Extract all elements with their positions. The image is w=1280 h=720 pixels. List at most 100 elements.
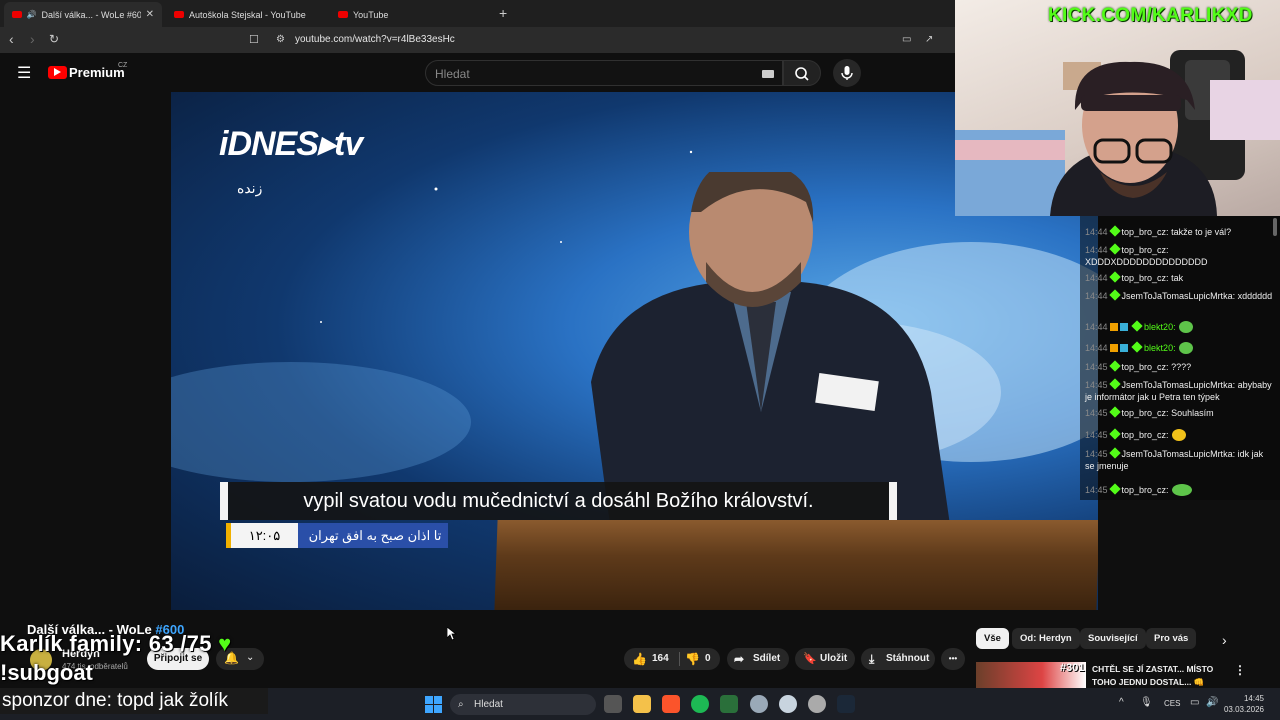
chyron-time: ۱۲:۰۵ bbox=[226, 523, 298, 548]
chat-message: 14:44 top_bro_cz: tak bbox=[1085, 271, 1275, 284]
chat-message: 14:44 top_bro_cz: takže to je vál? bbox=[1085, 225, 1275, 238]
chat-user: JsemToJaTomasLupicMrtka: bbox=[1121, 380, 1236, 390]
chat-text: xdddddd bbox=[1237, 291, 1273, 301]
chat-user: blekt20: bbox=[1144, 343, 1176, 353]
gem-badge-icon bbox=[1108, 447, 1121, 459]
url-field[interactable]: youtube.com/watch?v=r4lBe33esHc bbox=[295, 34, 455, 45]
like-count[interactable]: 164 bbox=[652, 648, 669, 670]
chip-for-you[interactable]: Pro vás bbox=[1146, 628, 1197, 649]
chat-scrollbar[interactable] bbox=[1273, 218, 1277, 236]
menu-icon[interactable]: ☰ bbox=[17, 63, 31, 83]
new-tab-button[interactable]: + bbox=[499, 5, 507, 21]
chat-message: 14:45 top_bro_cz: bbox=[1085, 428, 1275, 441]
task-view-icon[interactable] bbox=[604, 695, 622, 713]
taskbar-search[interactable]: ⌕ Hledat bbox=[450, 694, 596, 715]
tray-chevron-icon[interactable]: ^ bbox=[1119, 697, 1124, 708]
chat-time: 14:45 bbox=[1085, 430, 1108, 440]
microphone-icon bbox=[841, 66, 853, 80]
gem-badge-icon bbox=[1108, 378, 1121, 390]
chyron-text: تا اذان صبح به افق تهران bbox=[308, 528, 442, 543]
subtitle-caption: vypil svatou vodu mučednictví a dosáhl B… bbox=[220, 482, 897, 520]
tab-youtube[interactable]: YouTube bbox=[330, 2, 490, 27]
keyboard-icon[interactable] bbox=[762, 70, 774, 78]
thumbs-up-icon[interactable]: 👍 bbox=[632, 648, 647, 670]
more-actions-button[interactable]: ••• bbox=[941, 648, 965, 670]
chat-message: 14:45 JsemToJaTomasLupicMrtka: idk jak se… bbox=[1085, 447, 1275, 472]
frog-emote-icon bbox=[1171, 484, 1192, 496]
browser-tab-strip: 🔊 Další válka... - WoLe #600 - Yo ✕ Auto… bbox=[0, 0, 955, 27]
tab-current[interactable]: 🔊 Další válka... - WoLe #600 - Yo ✕ bbox=[4, 2, 162, 27]
brave-browser-icon[interactable] bbox=[662, 695, 680, 713]
gem-badge-icon bbox=[1131, 341, 1143, 353]
chip-related[interactable]: Související bbox=[1080, 628, 1146, 649]
reload-icon[interactable]: ↻ bbox=[49, 32, 59, 46]
news-anchor bbox=[591, 172, 951, 532]
chat-text: tak bbox=[1171, 273, 1184, 283]
chat-time: 14:45 bbox=[1085, 362, 1108, 372]
forward-arrow-icon[interactable]: › bbox=[30, 31, 35, 47]
divider bbox=[679, 652, 680, 666]
chip-from-herdyn[interactable]: Od: Herdyn bbox=[1012, 628, 1080, 649]
live-label: زنده bbox=[237, 180, 263, 196]
gem-badge-icon bbox=[1108, 428, 1121, 440]
obs-icon[interactable] bbox=[808, 695, 826, 713]
chat-time: 14:44 bbox=[1085, 227, 1108, 237]
steam-icon[interactable] bbox=[837, 695, 855, 713]
close-icon[interactable]: ✕ bbox=[146, 9, 154, 20]
chat-user: top_bro_cz: bbox=[1121, 227, 1169, 237]
language-indicator[interactable]: CES bbox=[1164, 699, 1180, 708]
chat-text: Souhlasím bbox=[1171, 408, 1214, 418]
related-video-thumbnail[interactable]: #301 bbox=[976, 662, 1086, 688]
bookmark-icon[interactable]: ☐ bbox=[249, 33, 259, 46]
windows-start-icon[interactable] bbox=[425, 696, 442, 713]
youtube-favicon-icon bbox=[174, 11, 184, 18]
chat-user: blekt20: bbox=[1144, 322, 1176, 332]
chat-message: 14:44 JsemToJaTomasLupicMrtka: xdddddd bbox=[1085, 289, 1275, 302]
search-button[interactable] bbox=[783, 60, 821, 86]
thumbs-down-icon[interactable]: 👎 bbox=[685, 648, 700, 670]
ccleaner-icon[interactable] bbox=[750, 695, 768, 713]
volume-icon[interactable]: 🔊 bbox=[1206, 697, 1218, 708]
sub-badge-icon bbox=[1120, 344, 1129, 352]
tab-autoskola[interactable]: Autoškola Stejskal - YouTube bbox=[166, 2, 326, 27]
spotify-icon[interactable] bbox=[691, 695, 709, 713]
play-triangle-icon bbox=[54, 68, 61, 76]
gem-badge-icon bbox=[1108, 243, 1121, 255]
chat-time: 14:44 bbox=[1085, 291, 1108, 301]
screen-icon[interactable]: ▭ bbox=[902, 34, 911, 45]
site-settings-icon[interactable]: ⚙ bbox=[276, 34, 285, 45]
related-video-title[interactable]: CHTĚL SE JÍ ZASTAT... MÍSTO TOHO JEDNU D… bbox=[1092, 663, 1224, 689]
share-button[interactable]: ➦ Sdílet bbox=[727, 648, 789, 670]
chat-time: 14:45 bbox=[1085, 449, 1108, 459]
chevron-right-icon[interactable]: › bbox=[1222, 632, 1227, 648]
chip-all[interactable]: Vše bbox=[976, 628, 1009, 649]
gem-badge-icon bbox=[1108, 225, 1121, 237]
app-icon[interactable] bbox=[720, 695, 738, 713]
chat-message: 14:45 top_bro_cz: ???? bbox=[1085, 360, 1275, 373]
microphone-tray-icon[interactable]: 🎙 bbox=[1140, 697, 1153, 708]
vertical-dots-icon[interactable]: ⋮ bbox=[1234, 663, 1246, 677]
taskbar-search-label: Hledat bbox=[474, 699, 503, 710]
search-input[interactable]: Hledat bbox=[425, 60, 783, 86]
news-chyron: ۱۲:۰۵ تا اذان صبح به افق تهران bbox=[226, 523, 448, 548]
crown-badge-icon bbox=[1110, 323, 1119, 331]
network-icon[interactable]: ▭ bbox=[1190, 697, 1199, 708]
back-arrow-icon[interactable]: ‹ bbox=[9, 31, 14, 47]
taskbar-clock[interactable]: 14:45 03.03.2026 bbox=[1218, 693, 1264, 715]
ccleaner-alt-icon[interactable] bbox=[779, 695, 797, 713]
clock-date: 03.03.2026 bbox=[1223, 705, 1264, 714]
dislike-count[interactable]: 0 bbox=[705, 648, 711, 670]
gem-badge-icon bbox=[1108, 271, 1121, 283]
voice-search-button[interactable] bbox=[833, 59, 861, 87]
family-text: Karlík family: 63 /75 bbox=[0, 631, 212, 656]
tab-label: Autoškola Stejskal - YouTube bbox=[189, 9, 306, 20]
save-button[interactable]: 🔖 Uložit bbox=[795, 648, 855, 670]
file-explorer-icon[interactable] bbox=[633, 695, 651, 713]
chat-user: top_bro_cz: bbox=[1121, 430, 1169, 440]
chat-message: 14:44 blekt20: bbox=[1085, 341, 1275, 354]
chat-overlay: 14:44 top_bro_cz: takže to je vál? 14:44 t… bbox=[1080, 216, 1280, 500]
clock-time: 14:45 bbox=[1243, 694, 1264, 703]
share-icon[interactable]: ↗ bbox=[925, 34, 933, 45]
chat-user: top_bro_cz: bbox=[1121, 245, 1169, 255]
download-button[interactable]: ⤓ Stáhnout bbox=[861, 648, 935, 670]
